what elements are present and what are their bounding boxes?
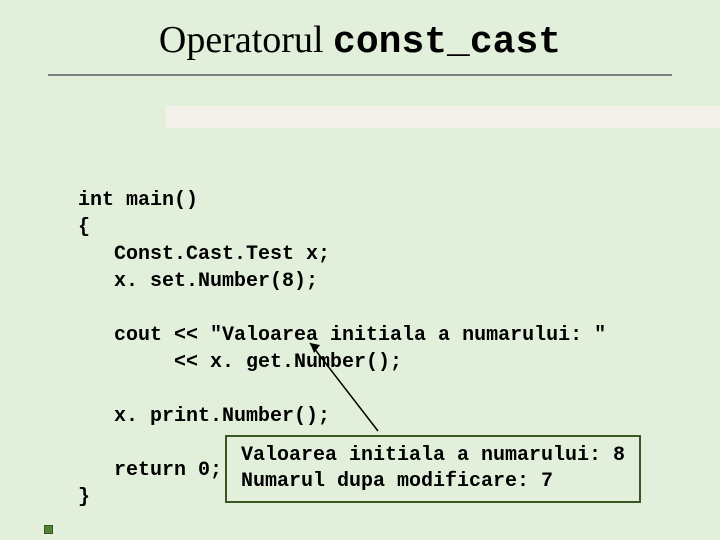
title-serif: Operatorul [159,19,333,61]
title-underline [48,74,672,76]
title-mono: const_cast [333,21,561,64]
arrow-annotation [300,335,400,435]
bullet-icon [44,525,53,534]
code-block: int main() { Const.Cast.Test x; x. set.N… [78,106,720,538]
slide-title: Operatorul const_cast [0,0,720,74]
code-highlight-strip [166,106,720,128]
